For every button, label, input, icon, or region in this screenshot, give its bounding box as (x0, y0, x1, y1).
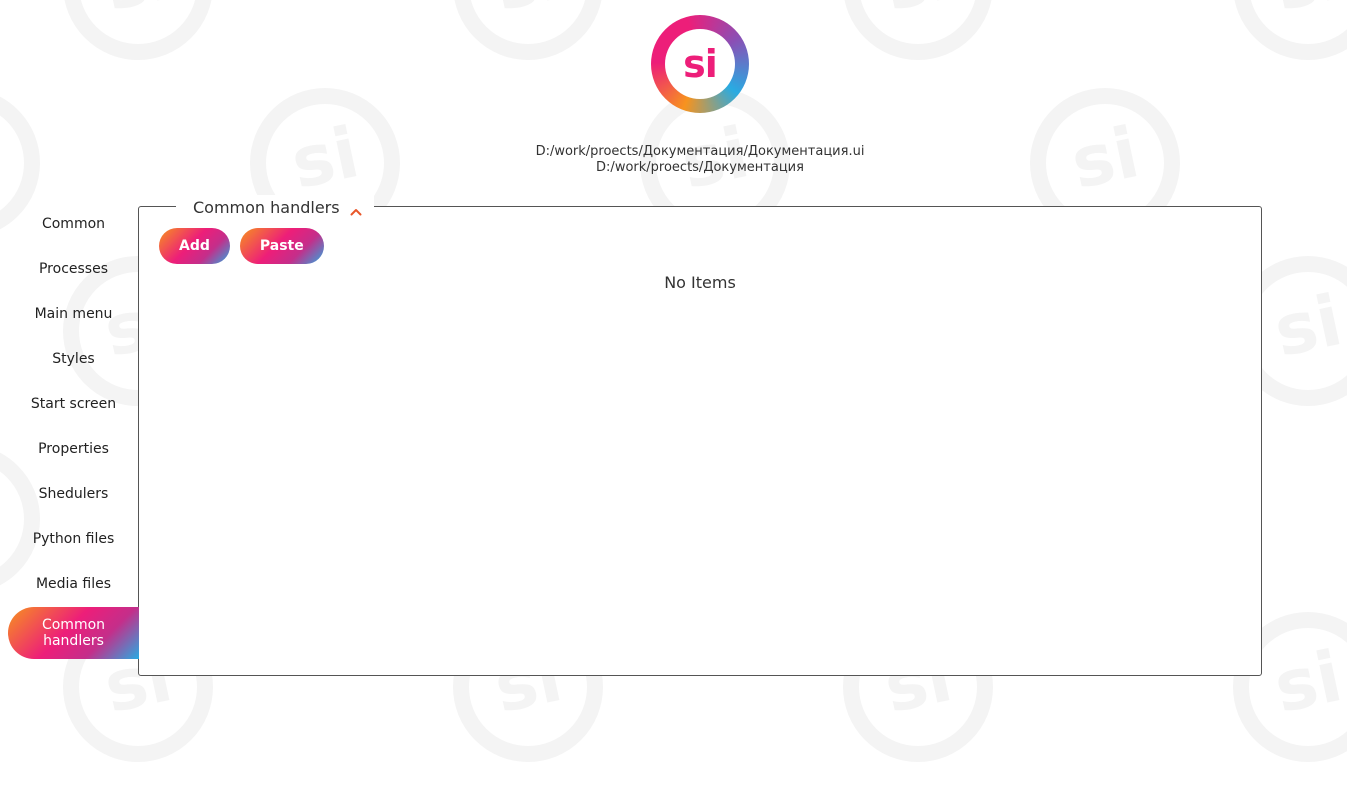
watermark-logo (843, 0, 993, 60)
sidebar-item-processes[interactable]: Processes (8, 246, 139, 291)
empty-state-message: No Items (664, 273, 736, 292)
project-ui-path: D:/work/proects/Документация/Документаци… (535, 144, 865, 159)
app-logo-text: si (665, 29, 735, 99)
sidebar-item-shedulers[interactable]: Shedulers (8, 471, 139, 516)
project-paths: D:/work/proects/Документация/Документаци… (400, 144, 1000, 176)
project-folder-path: D:/work/proects/Документация (596, 160, 804, 175)
panel-title: Common handlers (193, 197, 340, 217)
sidebar-item-main-menu[interactable]: Main menu (8, 291, 139, 336)
watermark-logo (1233, 0, 1347, 60)
app-logo: si (651, 15, 749, 113)
sidebar-item-start-screen[interactable]: Start screen (8, 381, 139, 426)
watermark-logo (453, 0, 603, 60)
sidebar-nav: Common Processes Main menu Styles Start … (8, 201, 139, 659)
app-page: si D:/work/proects/Документация/Документ… (0, 0, 1347, 808)
panel-actions: Add Paste (159, 228, 324, 264)
sidebar-item-common-handlers-label: Common handlers (41, 617, 106, 649)
sidebar-item-styles[interactable]: Styles (8, 336, 139, 381)
sidebar-item-properties[interactable]: Properties (8, 426, 139, 471)
sidebar-item-media-files[interactable]: Media files (8, 561, 139, 606)
panel-header: Common handlers (176, 195, 374, 219)
sidebar-item-python-files[interactable]: Python files (8, 516, 139, 561)
add-button[interactable]: Add (159, 228, 230, 264)
sidebar-item-common-handlers[interactable]: Common handlers (8, 607, 139, 659)
watermark-logo (63, 0, 213, 60)
paste-button[interactable]: Paste (239, 228, 324, 264)
chevron-up-icon[interactable] (350, 202, 362, 216)
common-handlers-panel: Common handlers Add Paste No Items (138, 195, 1262, 676)
sidebar-item-common[interactable]: Common (8, 201, 139, 246)
